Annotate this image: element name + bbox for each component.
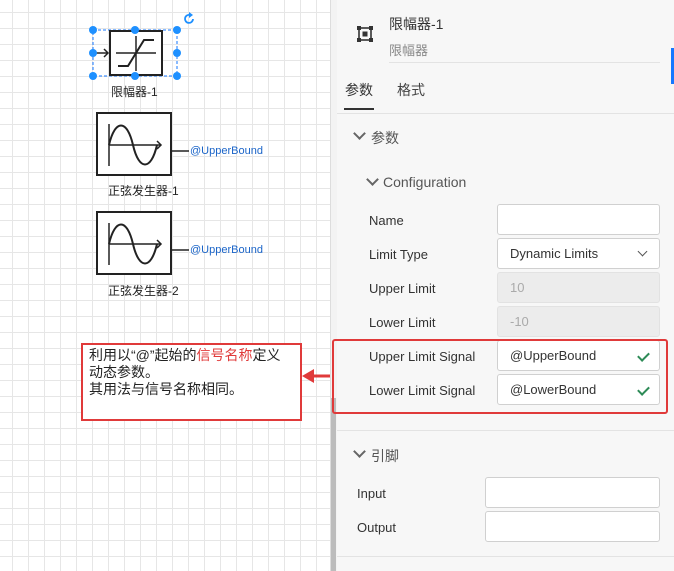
name-input[interactable] (497, 204, 660, 235)
upper-limit-input: 10 (497, 272, 660, 303)
name-label: Name (369, 213, 404, 228)
header-divider (389, 62, 660, 63)
panel-resizer[interactable] (330, 0, 337, 571)
sine-generator-block-1[interactable] (95, 111, 191, 181)
annotation-text-pre: 利用以“@”起始的 (89, 347, 197, 363)
annotation-line2: 其用法与信号名称相同。 (89, 381, 243, 397)
sine-1-label: 正弦发生器-1 (108, 184, 179, 198)
resizer-grip[interactable] (331, 398, 336, 571)
chevron-down-icon (637, 246, 648, 257)
sine-1-signal-label: @UpperBound (190, 145, 263, 157)
section-divider (337, 430, 674, 431)
limiter-block-label: 限幅器-1 (111, 85, 158, 99)
sine-2-label: 正弦发生器-2 (108, 284, 179, 298)
limit-type-select[interactable]: Dynamic Limits (497, 238, 660, 269)
lower-limit-value: -10 (510, 314, 529, 329)
pins-section-header[interactable]: 引脚 (371, 446, 399, 466)
lower-limit-input: -10 (497, 306, 660, 337)
input-pin-field[interactable] (485, 477, 660, 508)
annotation-highlight: 信号名称 (196, 347, 253, 363)
tab-params[interactable]: 参数 (345, 80, 373, 100)
sine-generator-block-2[interactable] (95, 210, 191, 280)
upper-limit-label: Upper Limit (369, 281, 436, 296)
panel-title: 限幅器-1 (389, 16, 444, 32)
limit-type-value: Dynamic Limits (510, 246, 599, 261)
output-pin-field[interactable] (485, 511, 660, 542)
tab-active-indicator (344, 108, 374, 110)
section-divider (337, 556, 674, 557)
tabs-divider (337, 113, 674, 114)
input-pin-label: Input (357, 486, 386, 501)
panel-subtitle: 限幅器 (389, 43, 429, 58)
params-section-header[interactable]: 参数 (371, 128, 399, 148)
limiter-block[interactable] (86, 16, 186, 86)
annotation-callout: 利用以“@”起始的信号名称定义动态参数。 其用法与信号名称相同。 (81, 343, 302, 421)
lower-limit-label: Lower Limit (369, 315, 436, 330)
limit-type-label: Limit Type (369, 247, 429, 262)
config-section-header[interactable]: Configuration (383, 174, 466, 190)
sine-2-signal-label: @UpperBound (190, 244, 263, 256)
tab-format[interactable]: 格式 (397, 80, 425, 100)
upper-limit-value: 10 (510, 280, 525, 295)
signal-fields-highlight (332, 339, 668, 414)
output-pin-label: Output (357, 520, 397, 535)
block-select-icon (357, 26, 373, 42)
diagram-canvas[interactable]: 限幅器-1 @UpperBound 正弦发生器-1 @UpperBound 正弦… (0, 0, 330, 571)
rotate-icon[interactable] (182, 12, 196, 26)
